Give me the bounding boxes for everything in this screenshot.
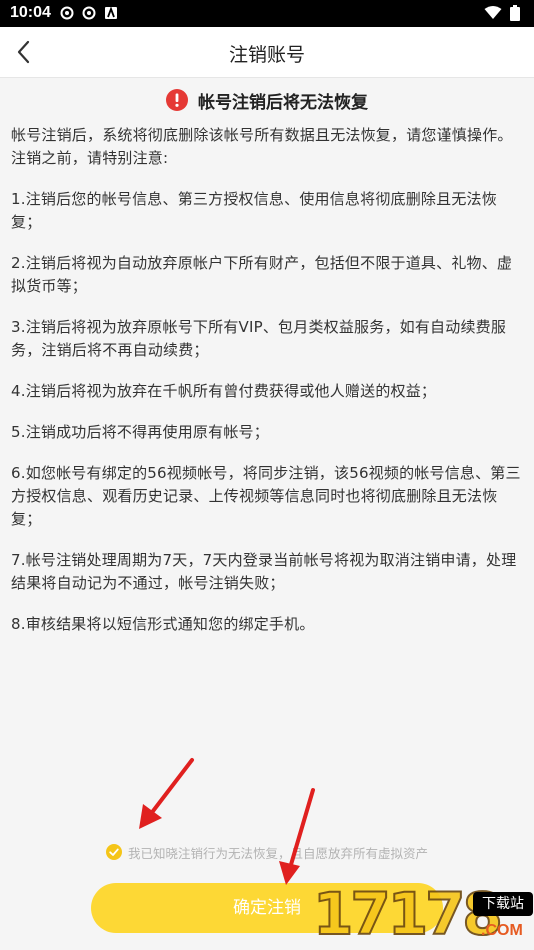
notice-content: 帐号注销后，系统将彻底删除该帐号所有数据且无法恢复，请您谨慎操作。注销之前，请特… (11, 124, 523, 654)
notice-intro: 帐号注销后，系统将彻底删除该帐号所有数据且无法恢复，请您谨慎操作。注销之前，请特… (11, 126, 513, 167)
sync-icon (60, 6, 74, 20)
status-notification-icons (60, 6, 118, 20)
notice-item: 6.如您帐号有绑定的56视频帐号，将同步注销，该56视频的帐号信息、第三方授权信… (11, 464, 521, 528)
warning-title: 帐号注销后将无法恢复 (198, 92, 368, 113)
notice-item: 5.注销成功后将不得再使用原有帐号； (11, 423, 269, 441)
agreement-label: 我已知晓注销行为无法恢复，且自愿放弃所有虚拟资产 (127, 845, 428, 861)
notice-item: 4.注销后将视为放弃在千帆所有曾付费获得或他人赠送的权益； (11, 382, 437, 400)
app-notification-icon (105, 6, 117, 19)
battery-icon (510, 5, 520, 21)
alert-icon (166, 89, 188, 111)
warning-header: 帐号注销后将无法恢复 (0, 86, 534, 114)
confirm-cancel-account-button[interactable]: 确定注销 (91, 883, 443, 933)
watermark-badge: 下载站 (473, 892, 533, 916)
checkbox-checked-icon (105, 844, 122, 860)
notice-item: 3.注销后将视为放弃原帐号下所有VIP、包月类权益服务，如有自动续费服务，注销后… (11, 318, 507, 359)
notice-item: 7.帐号注销处理周期为7天，7天内登录当前帐号将视为取消注销申请，处理结果将自动… (11, 551, 517, 592)
status-system-icons (484, 5, 520, 21)
notice-item: 1.注销后您的帐号信息、第三方授权信息、使用信息将彻底删除且无法恢复； (11, 190, 497, 231)
sync-icon (82, 6, 96, 20)
wifi-icon (484, 6, 502, 19)
watermark-suffix: .COM (481, 922, 523, 939)
nav-bar: 注销账号 (0, 27, 534, 78)
arrow-icon (139, 758, 194, 829)
agreement-checkbox[interactable]: 我已知晓注销行为无法恢复，且自愿放弃所有虚拟资产 (0, 842, 534, 862)
notice-item: 2.注销后将视为自动放弃原帐户下所有财产，包括但不限于道具、礼物、虚拟货币等； (11, 254, 513, 295)
status-bar: 10:04 (0, 0, 534, 27)
status-time: 10:04 (10, 4, 51, 21)
page-title: 注销账号 (228, 44, 305, 66)
notice-item: 8.审核结果将以短信形式通知您的绑定手机。 (11, 615, 315, 633)
arrow-icon (279, 788, 315, 885)
